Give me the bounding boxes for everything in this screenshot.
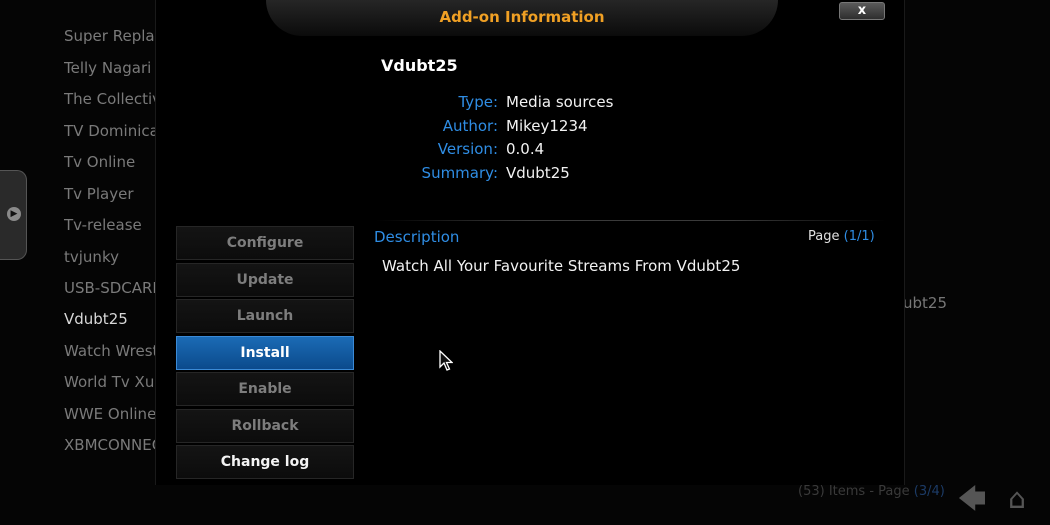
- change-log-button[interactable]: Change log: [176, 445, 354, 479]
- list-item[interactable]: Tv-release: [64, 210, 164, 240]
- info-label: Type:: [458, 93, 498, 111]
- launch-button[interactable]: Launch: [176, 299, 354, 333]
- addon-information-dialog: Add-on Information x Vdubt25 Type: Media…: [155, 0, 905, 485]
- dialog-header: Add-on Information: [266, 0, 778, 36]
- side-menu-tab[interactable]: ▶: [0, 170, 27, 260]
- description-label: Description: [374, 228, 460, 246]
- list-item[interactable]: World Tv Xu: [64, 367, 164, 397]
- info-row-summary: Summary: Vdubt25: [356, 164, 806, 188]
- list-item[interactable]: Watch Wrestling: [64, 336, 164, 366]
- items-count: (53) Items - Page: [798, 484, 910, 499]
- page-count: (3/4): [913, 484, 945, 499]
- list-item[interactable]: tvjunky: [64, 242, 164, 272]
- list-item[interactable]: Telly Nagari: [64, 53, 164, 83]
- addon-name: Vdubt25: [381, 56, 458, 75]
- dialog-title: Add-on Information: [439, 8, 605, 26]
- info-value: Mikey1234: [506, 117, 588, 135]
- description-text: Watch All Your Favourite Streams From Vd…: [382, 257, 741, 275]
- page-number: (1/1): [843, 229, 875, 244]
- install-button[interactable]: Install: [176, 335, 354, 370]
- list-item[interactable]: The Collective: [64, 84, 164, 114]
- background-footer: (53) Items - Page (3/4): [798, 484, 945, 499]
- list-item[interactable]: TV Dominican: [64, 116, 164, 146]
- page-indicator: Page (1/1): [808, 229, 875, 244]
- info-label: Summary:: [421, 164, 498, 182]
- divider: [376, 220, 886, 221]
- info-label: Version:: [437, 140, 498, 158]
- side-menu-icon: ▶: [7, 207, 21, 221]
- info-label: Author:: [442, 117, 498, 135]
- info-value: Media sources: [506, 93, 614, 111]
- action-button-column: Configure Update Launch Install Enable R…: [176, 226, 356, 482]
- list-item[interactable]: WWE Online: [64, 399, 164, 429]
- page-prefix: Page: [808, 229, 840, 244]
- rollback-button[interactable]: Rollback: [176, 408, 354, 443]
- list-item[interactable]: Super Replay: [64, 21, 164, 51]
- update-button[interactable]: Update: [176, 262, 354, 297]
- info-row-version: Version: 0.0.4: [356, 140, 806, 164]
- configure-button[interactable]: Configure: [176, 226, 354, 260]
- enable-button[interactable]: Enable: [176, 372, 354, 406]
- info-value: Vdubt25: [506, 164, 570, 182]
- list-item[interactable]: XBMCONNECT: [64, 430, 164, 460]
- mouse-cursor-icon: [439, 350, 453, 371]
- info-row-type: Type: Media sources: [356, 93, 806, 117]
- list-item[interactable]: Tv Player: [64, 179, 164, 209]
- list-item[interactable]: Tv Online: [64, 147, 164, 177]
- list-item[interactable]: USB-SDCARD: [64, 273, 164, 303]
- background-label: ubt25: [903, 294, 947, 312]
- info-value: 0.0.4: [506, 140, 545, 158]
- back-arrow-icon[interactable]: 🡄: [955, 482, 989, 516]
- close-button[interactable]: x: [839, 2, 885, 20]
- info-row-author: Author: Mikey1234: [356, 117, 806, 141]
- list-item-selected[interactable]: Vdubt25: [64, 304, 164, 334]
- home-icon[interactable]: ⌂: [1000, 482, 1034, 516]
